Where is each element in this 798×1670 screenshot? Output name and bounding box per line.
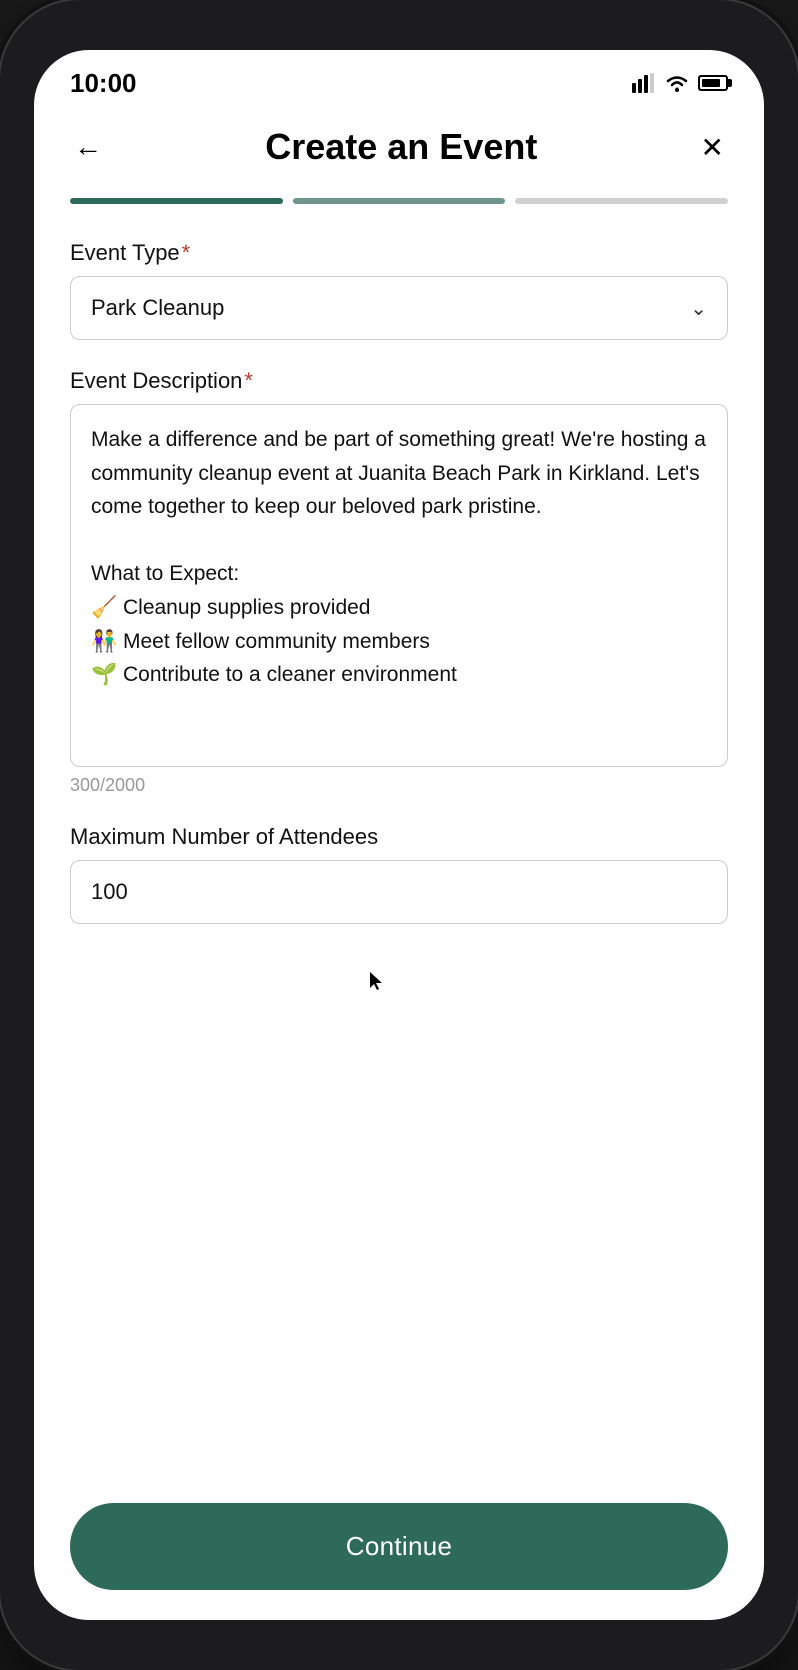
required-star: *: [182, 240, 191, 265]
progress-bar: [70, 198, 728, 204]
event-description-label: Event Description*: [70, 368, 728, 394]
status-time: 10:00: [70, 68, 137, 99]
required-star-desc: *: [244, 368, 253, 393]
status-icons: [632, 73, 728, 93]
close-button[interactable]: ✕: [697, 127, 728, 168]
page-title: Create an Event: [265, 126, 537, 168]
continue-button[interactable]: Continue: [70, 1503, 728, 1590]
char-count: 300/2000: [70, 775, 728, 796]
back-button[interactable]: ←: [70, 127, 106, 167]
max-attendees-input[interactable]: [70, 860, 728, 924]
event-description-textarea[interactable]: Make a difference and be part of somethi…: [91, 423, 707, 743]
status-bar: 10:00: [34, 50, 764, 106]
event-type-select[interactable]: Park Cleanup ⌄: [70, 276, 728, 340]
event-description-wrapper: Make a difference and be part of somethi…: [70, 404, 728, 767]
wifi-icon: [664, 73, 690, 93]
phone-shell: 10:00: [0, 0, 798, 1670]
event-type-value: Park Cleanup: [91, 295, 224, 321]
progress-segment-2: [293, 198, 506, 204]
header-row: ← Create an Event ✕: [70, 126, 728, 168]
progress-segment-3: [515, 198, 728, 204]
battery-icon: [698, 75, 728, 91]
event-description-section: Event Description* Make a difference and…: [70, 368, 728, 796]
event-type-label: Event Type*: [70, 240, 728, 266]
cursor-icon: [370, 972, 386, 992]
max-attendees-section: Maximum Number of Attendees: [70, 824, 728, 924]
chevron-down-icon: ⌄: [690, 296, 707, 321]
cursor-area: [70, 952, 728, 1012]
signal-icon: [632, 73, 656, 93]
event-type-section: Event Type* Park Cleanup ⌄: [70, 240, 728, 340]
app-content: ← Create an Event ✕ Event Type* Park Cle…: [34, 106, 764, 1620]
max-attendees-label: Maximum Number of Attendees: [70, 824, 728, 850]
phone-screen: 10:00: [34, 50, 764, 1620]
progress-segment-1: [70, 198, 283, 204]
